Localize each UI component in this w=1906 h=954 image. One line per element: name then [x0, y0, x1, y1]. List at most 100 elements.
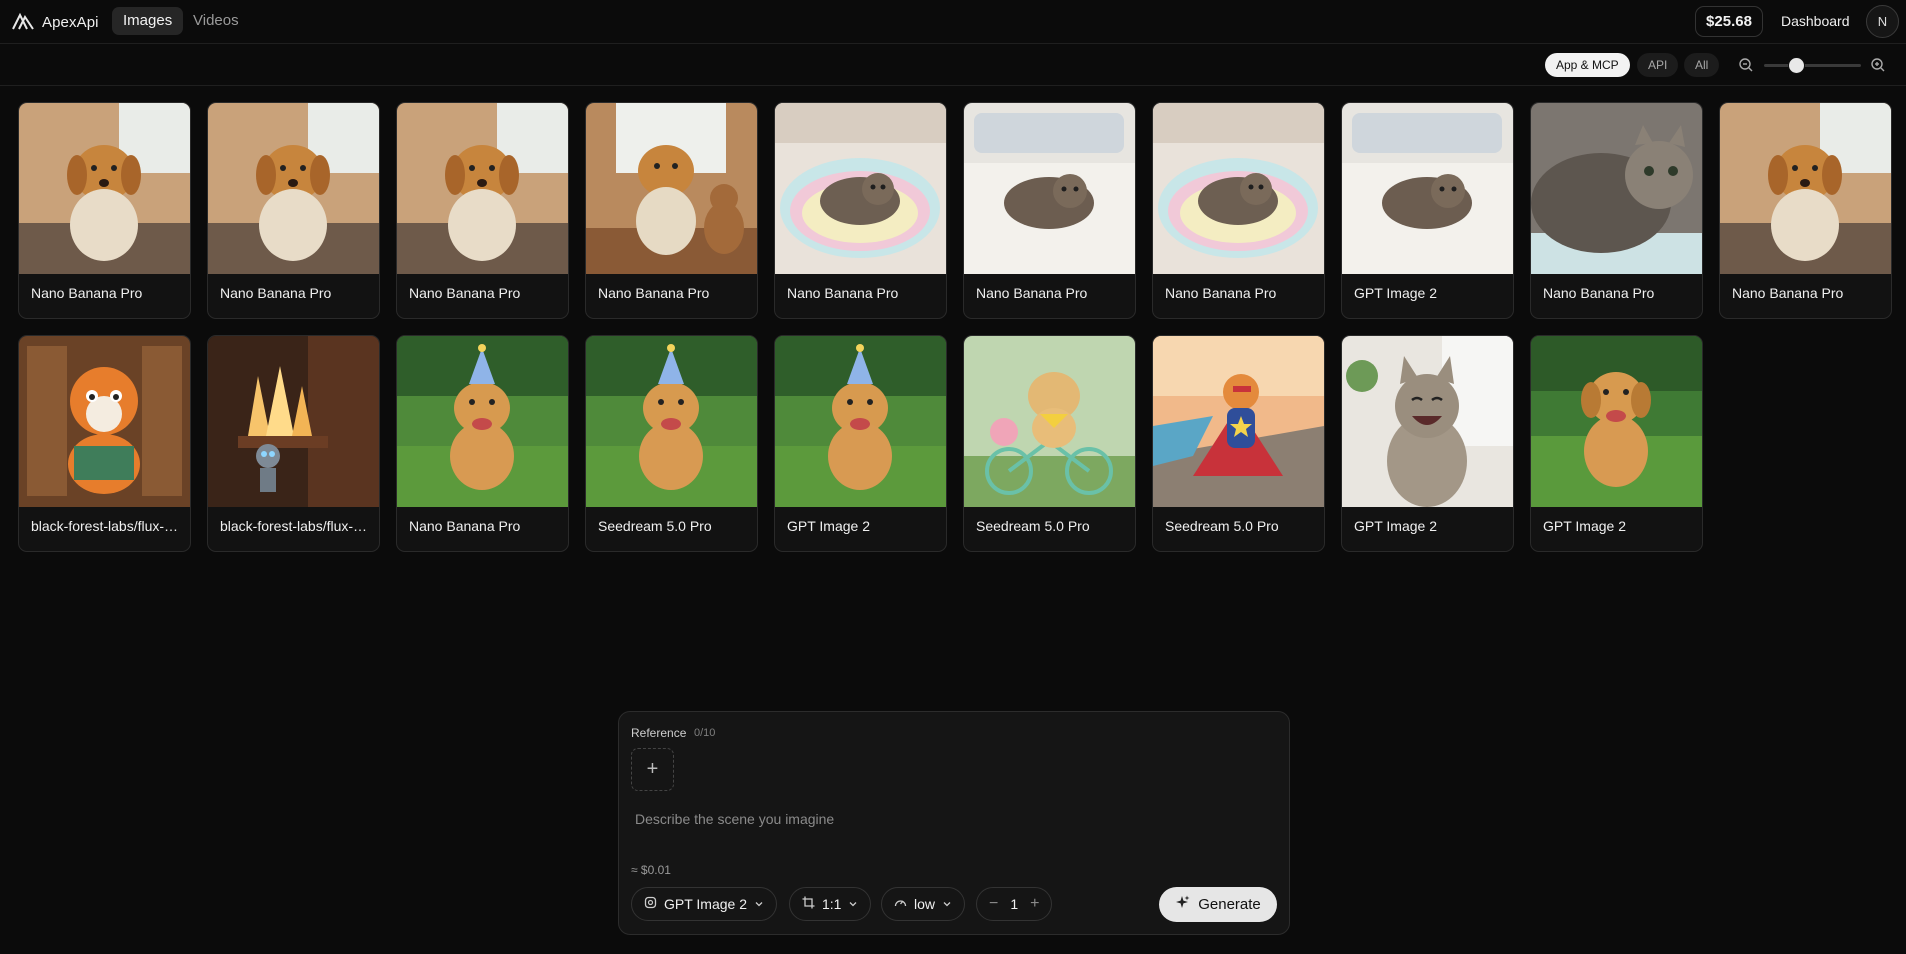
avatar[interactable]: N	[1866, 5, 1899, 38]
model-icon	[644, 896, 657, 912]
dashboard-link[interactable]: Dashboard	[1781, 13, 1850, 29]
gallery-card[interactable]: black-forest-labs/flux-2-pro	[18, 335, 191, 552]
gallery-card-label: Seedream 5.0 Pro	[976, 518, 1090, 534]
gallery-thumbnail-golden-retriever-puppy-teddy	[586, 103, 757, 274]
gallery-card-label: GPT Image 2	[787, 518, 871, 534]
gallery-card[interactable]: Seedream 5.0 Pro	[1152, 335, 1325, 552]
chevron-down-icon	[848, 896, 858, 912]
gallery-thumbnail-kitten-rainbow-blanket	[1153, 103, 1324, 274]
gallery-thumbnail-kitten-bed	[1342, 103, 1513, 274]
gauge-icon	[894, 896, 907, 912]
gallery-card-label: GPT Image 2	[1354, 285, 1438, 301]
prompt-composer: Reference 0/10 + ≈ $0.01 GPT Image 2 1:1…	[618, 711, 1290, 935]
gallery-card-label: Seedream 5.0 Pro	[598, 518, 712, 534]
gallery-thumbnail-dog-party-hat-running	[586, 336, 757, 507]
reference-label: Reference	[631, 726, 687, 740]
gallery-card[interactable]: Nano Banana Pro	[963, 102, 1136, 319]
gallery-thumbnail-golden-retriever-puppy-sweater	[19, 103, 190, 274]
zoom-in-icon[interactable]	[1869, 56, 1887, 74]
gallery-card[interactable]: Nano Banana Pro	[18, 102, 191, 319]
zoom-slider[interactable]	[1764, 58, 1861, 73]
gallery-thumbnail-dog-party-hat-running	[775, 336, 946, 507]
gallery-thumbnail-robot-crystals-library	[208, 336, 379, 507]
filter-app-mcp[interactable]: App & MCP	[1545, 53, 1630, 77]
top-bar: ApexApi Images Videos $25.68 Dashboard N	[0, 0, 1906, 44]
gallery-card[interactable]: GPT Image 2	[1341, 335, 1514, 552]
prompt-input[interactable]	[631, 805, 1271, 833]
gallery-card-label: black-forest-labs/flux-2-pro	[31, 518, 181, 534]
gallery-thumbnail-tiger-reading-library	[19, 336, 190, 507]
gallery-thumbnail-kitten-closeup	[1531, 103, 1702, 274]
plus-icon: +	[646, 758, 659, 780]
gallery-card[interactable]: Nano Banana Pro	[1152, 102, 1325, 319]
gallery-card-label: Nano Banana Pro	[220, 285, 332, 301]
model-select[interactable]: GPT Image 2	[631, 887, 778, 921]
gallery-thumbnail-kitten-rainbow-blanket	[775, 103, 946, 274]
reference-count: 0/10	[694, 727, 716, 739]
increment-button[interactable]: +	[1030, 895, 1039, 913]
gallery-card-label: GPT Image 2	[1543, 518, 1627, 534]
generate-label: Generate	[1198, 896, 1261, 913]
add-reference-button[interactable]: +	[631, 748, 674, 791]
quality-value: low	[914, 896, 936, 912]
gallery-card-label: Nano Banana Pro	[1732, 285, 1844, 301]
gallery-card[interactable]: GPT Image 2	[1530, 335, 1703, 552]
gallery-card[interactable]: Seedream 5.0 Pro	[585, 335, 758, 552]
zoom-out-icon[interactable]	[1737, 56, 1755, 74]
gallery-card-label: Nano Banana Pro	[409, 518, 521, 534]
gallery-card-label: black-forest-labs/flux-2-pro	[220, 518, 370, 534]
gallery-card-label: Nano Banana Pro	[976, 285, 1088, 301]
filter-all[interactable]: All	[1684, 53, 1720, 77]
gallery-thumbnail-dog-party-hat-running	[397, 336, 568, 507]
gallery-card-label: Nano Banana Pro	[598, 285, 710, 301]
balance-badge[interactable]: $25.68	[1695, 6, 1763, 37]
decrement-button[interactable]: −	[989, 895, 998, 913]
gallery-card[interactable]: Nano Banana Pro	[396, 102, 569, 319]
gallery-thumbnail-superhero-cat	[1153, 336, 1324, 507]
gallery-thumbnail-golden-retriever-puppy-sweater	[397, 103, 568, 274]
cost-estimate: ≈ $0.01	[631, 863, 671, 877]
aspect-ratio-value: 1:1	[822, 896, 842, 912]
tab-images[interactable]: Images	[112, 7, 184, 35]
gallery-card-label: Nano Banana Pro	[787, 285, 899, 301]
quality-select[interactable]: low	[881, 887, 966, 921]
generate-button[interactable]: Generate	[1159, 887, 1277, 922]
count-value: 1	[1010, 896, 1019, 912]
gallery-card-label: Nano Banana Pro	[409, 285, 521, 301]
aspect-ratio-select[interactable]: 1:1	[789, 887, 872, 921]
chevron-down-icon	[754, 896, 764, 912]
gallery-card-label: Nano Banana Pro	[31, 285, 143, 301]
gallery-card-label: Nano Banana Pro	[1165, 285, 1277, 301]
gallery-card[interactable]: Nano Banana Pro	[1530, 102, 1703, 319]
crop-icon	[802, 896, 815, 912]
filter-api[interactable]: API	[1637, 53, 1679, 77]
gallery-card[interactable]: Nano Banana Pro	[207, 102, 380, 319]
gallery-card-label: GPT Image 2	[1354, 518, 1438, 534]
gallery-thumbnail-dog-riding-bicycle	[964, 336, 1135, 507]
apexapi-logo-icon	[12, 10, 34, 35]
gallery-thumbnail-golden-retriever-puppy-sweater	[208, 103, 379, 274]
gallery-thumbnail-smiling-tabby-cat	[1342, 336, 1513, 507]
gallery-card-label: Seedream 5.0 Pro	[1165, 518, 1279, 534]
gallery-card[interactable]: Nano Banana Pro	[396, 335, 569, 552]
gallery-thumbnail-dog-running-grass	[1531, 336, 1702, 507]
gallery-thumbnail-golden-retriever-puppy-sweater	[1720, 103, 1891, 274]
gallery-card-label: Nano Banana Pro	[1543, 285, 1655, 301]
tab-videos[interactable]: Videos	[182, 7, 250, 35]
gallery-card[interactable]: Nano Banana Pro	[774, 102, 947, 319]
gallery-thumbnail-kitten-bed	[964, 103, 1135, 274]
model-value: GPT Image 2	[664, 896, 748, 912]
brand[interactable]: ApexApi	[12, 10, 99, 35]
gallery-card[interactable]: GPT Image 2	[774, 335, 947, 552]
sparkles-icon	[1175, 895, 1190, 914]
gallery-card[interactable]: Nano Banana Pro	[585, 102, 758, 319]
count-stepper: − 1 +	[976, 887, 1053, 921]
gallery-card[interactable]: Nano Banana Pro	[1719, 102, 1892, 319]
gallery-card[interactable]: GPT Image 2	[1341, 102, 1514, 319]
chevron-down-icon	[942, 896, 952, 912]
zoom-slider-thumb[interactable]	[1789, 58, 1804, 73]
brand-name: ApexApi	[42, 14, 99, 31]
filter-bar: App & MCP API All	[0, 45, 1906, 86]
gallery-card[interactable]: black-forest-labs/flux-2-pro	[207, 335, 380, 552]
gallery-card[interactable]: Seedream 5.0 Pro	[963, 335, 1136, 552]
